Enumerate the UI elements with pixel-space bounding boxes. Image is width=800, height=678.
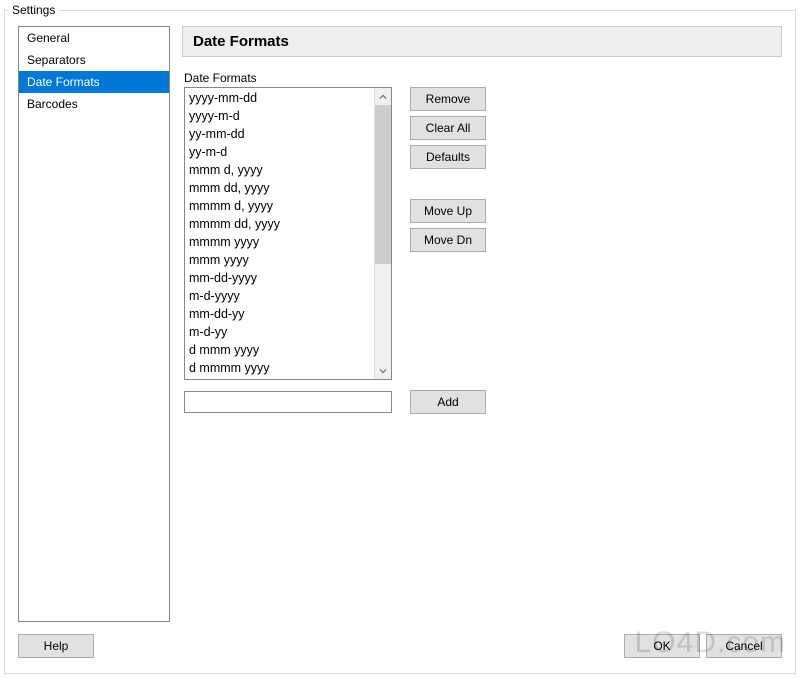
chevron-down-icon <box>379 364 387 378</box>
formats-listbox[interactable]: yyyy-mm-dd yyyy-m-d yy-mm-dd yy-m-d mmm … <box>184 87 392 380</box>
list-item[interactable]: mmmm d, yyyy <box>189 197 374 215</box>
ok-button[interactable]: OK <box>624 634 700 658</box>
move-up-button[interactable]: Move Up <box>410 199 486 223</box>
scroll-thumb[interactable] <box>375 105 391 264</box>
panel-body: Date Formats yyyy-mm-dd yyyy-m-d yy-mm-d… <box>182 57 782 414</box>
list-item[interactable]: yyyy-m-d <box>189 107 374 125</box>
formats-listbox-items: yyyy-mm-dd yyyy-m-d yy-mm-dd yy-m-d mmm … <box>185 88 374 379</box>
remove-button[interactable]: Remove <box>410 87 486 111</box>
panel-header: Date Formats <box>182 26 782 57</box>
list-item[interactable]: mmm yyyy <box>189 251 374 269</box>
list-item[interactable]: m-d-yyyy <box>189 287 374 305</box>
scroll-track[interactable] <box>375 105 391 362</box>
scroll-up-button[interactable] <box>375 88 391 105</box>
cancel-button[interactable]: Cancel <box>706 634 782 658</box>
list-item[interactable]: yyyy-mm-dd <box>189 89 374 107</box>
clear-all-button[interactable]: Clear All <box>410 116 486 140</box>
list-item[interactable]: mm-dd-yy <box>189 305 374 323</box>
list-item[interactable]: d mmm yyyy <box>189 341 374 359</box>
new-format-input[interactable] <box>184 391 392 413</box>
list-item[interactable]: mm-dd-yyyy <box>189 269 374 287</box>
list-item[interactable]: m-d-yy <box>189 323 374 341</box>
chevron-up-icon <box>379 90 387 104</box>
list-item[interactable]: mmmm dd, yyyy <box>189 215 374 233</box>
main-area: General Separators Date Formats Barcodes… <box>18 26 782 622</box>
settings-tab-label: Settings <box>8 3 59 17</box>
sidebar-item-general[interactable]: General <box>19 27 169 49</box>
settings-category-list[interactable]: General Separators Date Formats Barcodes <box>18 26 170 622</box>
list-item[interactable]: mmm d, yyyy <box>189 161 374 179</box>
list-item[interactable]: mmmm yyyy <box>189 233 374 251</box>
list-item[interactable]: yy-m-d <box>189 143 374 161</box>
list-action-buttons: Remove Clear All Defaults Move Up Move D… <box>410 87 486 252</box>
sidebar-item-barcodes[interactable]: Barcodes <box>19 93 169 115</box>
content-panel: Date Formats Date Formats yyyy-mm-dd yyy… <box>182 26 782 622</box>
sidebar-item-separators[interactable]: Separators <box>19 49 169 71</box>
list-item[interactable]: d mmmm yyyy <box>189 359 374 377</box>
add-button[interactable]: Add <box>410 390 486 414</box>
formats-list-label: Date Formats <box>184 71 780 85</box>
help-button[interactable]: Help <box>18 634 94 658</box>
dialog-button-bar: Help OK Cancel <box>18 634 782 658</box>
sidebar-item-date-formats[interactable]: Date Formats <box>19 71 169 93</box>
scroll-down-button[interactable] <box>375 362 391 379</box>
list-item[interactable]: mmm dd, yyyy <box>189 179 374 197</box>
button-spacer <box>410 174 486 194</box>
list-item[interactable]: yy-mm-dd <box>189 125 374 143</box>
move-down-button[interactable]: Move Dn <box>410 228 486 252</box>
formats-scrollbar[interactable] <box>374 88 391 379</box>
add-format-row: Add <box>184 390 780 414</box>
defaults-button[interactable]: Defaults <box>410 145 486 169</box>
